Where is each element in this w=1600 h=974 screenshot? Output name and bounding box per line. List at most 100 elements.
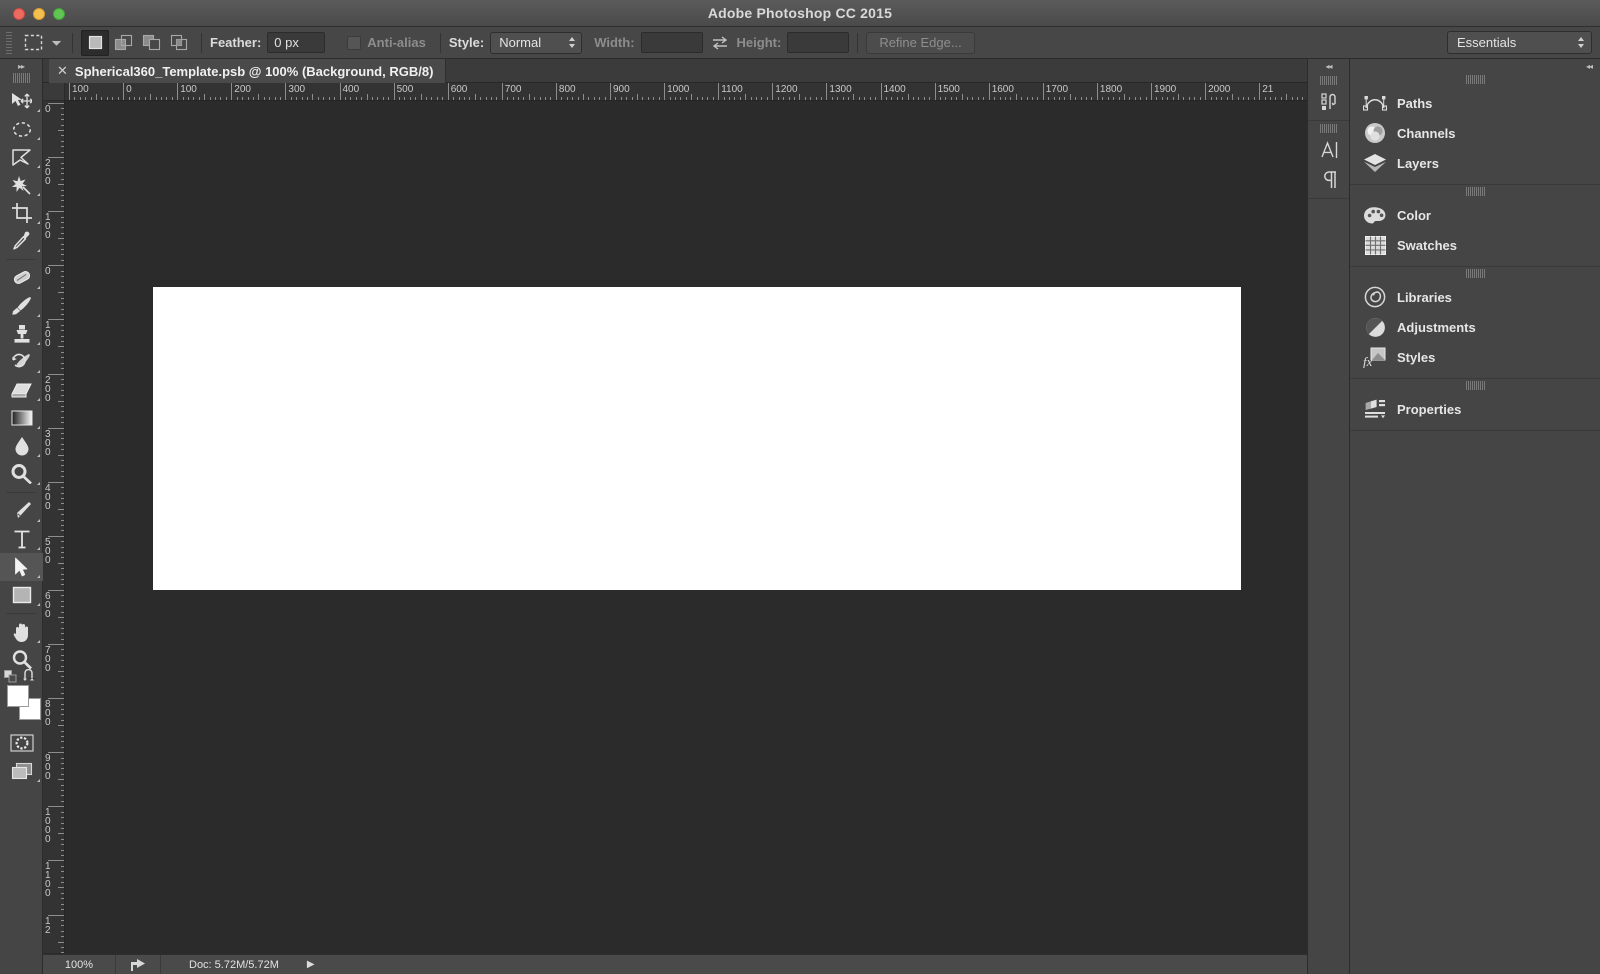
intersect-with-selection-button[interactable]	[165, 30, 193, 56]
libraries-panel-label: Libraries	[1397, 290, 1452, 305]
marquee-tool[interactable]	[0, 115, 43, 143]
divider	[440, 33, 441, 53]
adjustments-panel-label: Adjustments	[1397, 320, 1476, 335]
layers-panel-label: Layers	[1397, 156, 1439, 171]
document-tab-bar: ✕ Spherical360_Template.psb @ 100% (Back…	[43, 59, 1307, 83]
hand-tool[interactable]	[0, 618, 43, 646]
style-select[interactable]: Normal	[490, 32, 582, 54]
dock-group-libraries: Libraries Adjustments fx	[1350, 269, 1600, 379]
layers-panel[interactable]: Layers	[1350, 148, 1600, 178]
dock-group-properties: Properties	[1350, 381, 1600, 431]
screen-mode-icon[interactable]	[0, 757, 43, 785]
horizontal-ruler[interactable]: 1000100200300400500600700800900100011001…	[65, 83, 1307, 101]
foreground-color-swatch[interactable]	[7, 685, 29, 707]
gradient-tool[interactable]	[0, 404, 43, 432]
minimize-window-button[interactable]	[33, 8, 45, 20]
selection-mode-group	[81, 30, 193, 56]
divider	[72, 33, 73, 53]
ruler-corner[interactable]	[43, 83, 65, 101]
rectangle-tool[interactable]	[0, 581, 43, 609]
quick-selection-tool[interactable]	[0, 171, 43, 199]
styles-panel-label: Styles	[1397, 350, 1435, 365]
play-triangle-icon[interactable]: ▶	[307, 959, 315, 970]
refine-edge-button[interactable]: Refine Edge...	[866, 32, 974, 54]
spinner-arrows-icon	[568, 36, 576, 49]
toolbox-collapse-icon[interactable]: ▸▸	[0, 59, 42, 73]
dock-group-paths: Paths Channels	[1350, 75, 1600, 185]
eraser-tool[interactable]	[0, 376, 43, 404]
maximize-window-button[interactable]	[53, 8, 65, 20]
new-selection-button[interactable]	[81, 30, 109, 56]
document-tab[interactable]: ✕ Spherical360_Template.psb @ 100% (Back…	[49, 59, 446, 83]
adjustments-panel[interactable]: Adjustments	[1350, 312, 1600, 342]
close-window-button[interactable]	[13, 8, 25, 20]
color-swatches	[0, 683, 42, 729]
panel-grip[interactable]	[1466, 187, 1485, 196]
move-tool[interactable]	[0, 87, 43, 115]
color-panel[interactable]: Color	[1350, 200, 1600, 230]
history-brush-tool[interactable]	[0, 348, 43, 376]
share-icon[interactable]	[116, 958, 160, 972]
panel-grip[interactable]	[1466, 75, 1485, 84]
dodge-tool[interactable]	[0, 460, 43, 488]
lasso-tool[interactable]	[0, 143, 43, 171]
zoom-level[interactable]: 100%	[43, 959, 115, 971]
collapse-panels-icon[interactable]: ◂◂	[1350, 59, 1600, 73]
paragraph-panel-icon[interactable]	[1308, 165, 1351, 195]
add-to-selection-button[interactable]	[109, 30, 137, 56]
chevron-down-icon[interactable]	[48, 30, 64, 56]
healing-brush-tool[interactable]	[0, 264, 43, 292]
libraries-panel[interactable]: Libraries	[1350, 282, 1600, 312]
quick-mask-icon[interactable]	[0, 729, 43, 757]
vertical-ruler[interactable]: 0200100010020030040050060070080090010001…	[43, 101, 65, 953]
document-window: ✕ Spherical360_Template.psb @ 100% (Back…	[43, 59, 1307, 974]
options-bar-grip[interactable]	[6, 32, 12, 54]
canvas-area[interactable]	[65, 101, 1307, 953]
status-bar: 100% Doc: 5.72M/5.72M ▶	[43, 954, 1307, 974]
character-panel-icon[interactable]	[1308, 135, 1351, 165]
height-input[interactable]	[787, 32, 849, 53]
crop-tool[interactable]	[0, 199, 43, 227]
swap-colors-icon[interactable]	[22, 669, 36, 682]
channels-panel[interactable]: Channels	[1350, 118, 1600, 148]
mini-dock: ◂◂	[1307, 59, 1350, 974]
clone-stamp-tool[interactable]	[0, 320, 43, 348]
default-foreground-background-icon[interactable]	[4, 670, 14, 680]
swap-width-height-icon[interactable]	[709, 32, 731, 54]
eyedropper-tool[interactable]	[0, 227, 43, 255]
width-label: Width:	[594, 35, 634, 50]
anti-alias-checkbox[interactable]	[347, 36, 361, 50]
height-label: Height:	[737, 35, 782, 50]
feather-input[interactable]: 0 px	[267, 32, 325, 53]
close-icon[interactable]: ✕	[57, 63, 68, 79]
toolbox-divider	[6, 259, 36, 260]
properties-icon	[1362, 399, 1388, 419]
type-tool[interactable]	[0, 525, 43, 553]
blur-tool[interactable]	[0, 432, 43, 460]
panel-grip[interactable]	[1466, 269, 1485, 278]
styles-panel[interactable]: fx Styles	[1350, 342, 1600, 372]
anti-alias-label: Anti-alias	[367, 35, 426, 50]
pen-tool[interactable]	[0, 497, 43, 525]
brush-tool[interactable]	[0, 292, 43, 320]
swatches-panel[interactable]: Swatches	[1350, 230, 1600, 260]
layers-icon	[1362, 153, 1388, 173]
properties-panel[interactable]: Properties	[1350, 394, 1600, 424]
photoshop-window: Adobe Photoshop CC 2015	[0, 0, 1600, 974]
width-input[interactable]	[641, 32, 703, 53]
spherical-360-grid-template[interactable]	[153, 287, 1241, 590]
panel-grip[interactable]	[1320, 76, 1337, 85]
panel-grip[interactable]	[1320, 124, 1337, 133]
toolbox-divider	[6, 613, 36, 614]
title-bar: Adobe Photoshop CC 2015	[0, 0, 1600, 27]
paths-panel[interactable]: Paths	[1350, 88, 1600, 118]
toolbox-grip[interactable]	[13, 73, 30, 83]
workspace-select[interactable]: Essentials	[1447, 31, 1592, 54]
style-label: Style:	[449, 35, 484, 50]
panel-grip[interactable]	[1466, 381, 1485, 390]
history-panel-icon[interactable]	[1308, 87, 1351, 117]
collapse-panels-icon[interactable]: ◂◂	[1308, 59, 1349, 73]
path-selection-tool[interactable]	[0, 553, 43, 581]
rectangular-marquee-icon[interactable]	[18, 30, 48, 56]
subtract-from-selection-button[interactable]	[137, 30, 165, 56]
